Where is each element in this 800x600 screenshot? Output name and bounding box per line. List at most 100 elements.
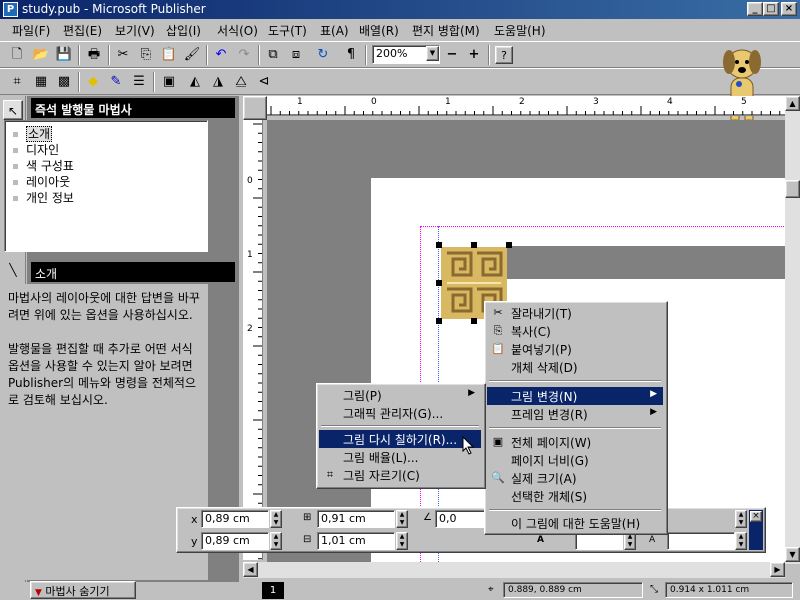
menu-whole-page[interactable]: ▣ 전체 페이지(W) — [487, 433, 663, 451]
rotation-field[interactable]: 0,0 — [435, 510, 489, 528]
menu-edit[interactable]: 편집(E) — [63, 22, 102, 39]
wizard-item-intro[interactable]: 소개 — [13, 125, 53, 142]
menu-mail-merge[interactable]: 편지 병합(M) — [412, 22, 480, 39]
pointer-tool-icon[interactable]: ↖ — [3, 100, 23, 120]
hruler-number: 0 — [371, 97, 377, 107]
paste-icon[interactable]: 📋 — [160, 46, 178, 64]
redo-icon[interactable]: ↷ — [235, 46, 253, 64]
x-spinner[interactable]: ▲ ▼ — [270, 510, 282, 528]
menu-page-width[interactable]: 페이지 너비(G) — [487, 451, 663, 469]
publisher-icon[interactable]: P — [3, 2, 18, 17]
menu-picture-help[interactable]: 이 그림에 대한 도움말(H) — [487, 514, 663, 532]
gray-rectangle-shape[interactable] — [507, 246, 785, 279]
submenu-recolor-picture[interactable]: 그림 다시 칠하기(R)... — [319, 430, 481, 448]
crop-icon[interactable]: ⌗ — [8, 73, 26, 91]
close-icon[interactable]: × — [750, 511, 762, 522]
text-scaling-icon: Ā — [649, 535, 656, 545]
menu-view[interactable]: 보기(V) — [115, 22, 155, 39]
copy-icon: ⎘ — [493, 324, 503, 337]
send-back-icon[interactable]: ⧈ — [287, 46, 305, 64]
shadow-icon[interactable]: ▣ — [160, 73, 178, 91]
new-icon[interactable]: 🗋 — [8, 46, 26, 64]
line-border-style-icon[interactable]: ☰ — [130, 73, 148, 91]
height-field[interactable]: 1,01 cm — [317, 532, 395, 550]
menu-change-frame[interactable]: 프레임 변경(R) ▶ — [487, 405, 663, 423]
y-position-field[interactable]: 0,89 cm — [201, 532, 269, 550]
text-scaling-spinner[interactable]: ▲ ▼ — [735, 532, 747, 550]
scroll-up-icon[interactable]: ▲ — [785, 96, 800, 111]
rotate-right-icon[interactable]: ◮ — [209, 73, 227, 91]
menu-table[interactable]: 표(A) — [320, 22, 349, 39]
wrap-text-picture-icon[interactable]: ▩ — [55, 73, 73, 91]
menu-change-picture[interactable]: 그림 변경(N) ▶ — [487, 387, 663, 405]
zoom-in-icon[interactable]: + — [465, 46, 483, 64]
save-icon[interactable]: 💾 — [55, 46, 73, 64]
submenu-crop-picture[interactable]: ⌗ 그림 자르기(C) — [319, 466, 481, 484]
menu-actual-size[interactable]: 🔍 실제 크기(A) — [487, 469, 663, 487]
submenu-scale-picture[interactable]: 그림 배율(L)... — [319, 448, 481, 466]
menu-delete-object[interactable]: 개체 삭제(D) — [487, 358, 663, 376]
format-painter-icon[interactable]: 🖌 — [183, 46, 201, 64]
undo-icon[interactable]: ↶ — [212, 46, 230, 64]
hide-wizard-button[interactable]: ▼ 마법사 숨기기 — [30, 581, 136, 599]
menu-tools[interactable]: 도구(T) — [268, 22, 307, 39]
menu-copy[interactable]: ⎘ 복사(C) — [487, 322, 663, 340]
zoom-out-icon[interactable]: − — [443, 46, 461, 64]
size-icon: ⤡ — [650, 584, 658, 595]
flip-vertical-icon[interactable]: ⊲ — [255, 73, 273, 91]
menu-file[interactable]: 파일(F) — [12, 22, 50, 39]
fill-color-icon[interactable]: ◆ — [84, 73, 102, 91]
scroll-down-icon[interactable]: ▼ — [785, 547, 800, 562]
menu-paste[interactable]: 📋 붙여넣기(P) — [487, 340, 663, 358]
wizard-item-personal-info[interactable]: 개인 정보 — [13, 189, 74, 206]
copy-icon[interactable]: ⎘ — [137, 46, 155, 64]
wizard-item-layout[interactable]: 레이아웃 — [13, 173, 70, 190]
custom-rotate-icon[interactable]: ↻ — [314, 46, 332, 64]
y-spinner[interactable]: ▲ ▼ — [270, 532, 282, 550]
maximize-button[interactable]: □ — [763, 2, 779, 16]
vruler-number: 2 — [247, 324, 253, 334]
wizard-item-design[interactable]: 디자인 — [13, 141, 59, 158]
wizard-desc-header: 소개 — [31, 262, 235, 282]
flip-horizontal-icon[interactable]: ⧋ — [232, 73, 250, 91]
width-spinner[interactable]: ▲ ▼ — [396, 510, 408, 528]
special-characters-icon[interactable]: ¶ — [342, 46, 360, 64]
height-spinner[interactable]: ▲ ▼ — [396, 532, 408, 550]
menu-selected-objects[interactable]: 선택한 개체(S) — [487, 487, 663, 505]
menu-cut[interactable]: ✂ 잘라내기(T) — [487, 304, 663, 322]
line-color-icon[interactable]: ✎ — [107, 73, 125, 91]
menu-help[interactable]: 도움말(H) — [494, 22, 546, 39]
line-spacing-spinner[interactable]: ▲ ▼ — [735, 510, 747, 528]
help-icon[interactable]: ? — [495, 46, 513, 64]
open-icon[interactable]: 📂 — [32, 46, 50, 64]
scroll-left-icon[interactable]: ◀ — [243, 562, 258, 577]
text-scaling-field[interactable] — [667, 532, 735, 550]
wizard-item-color-scheme[interactable]: 색 구성표 — [13, 157, 74, 174]
width-field[interactable]: 0,91 cm — [317, 510, 395, 528]
minimize-button[interactable]: _ — [747, 2, 763, 16]
wrap-text-icon[interactable]: ▦ — [32, 73, 50, 91]
rotate-left-icon[interactable]: ◭ — [186, 73, 204, 91]
vertical-ruler[interactable]: 0 1 2 — [243, 120, 263, 560]
zoom-select[interactable]: 200% ▼ — [372, 45, 440, 64]
page-navigator[interactable]: 1 — [262, 582, 284, 599]
scroll-thumb[interactable] — [785, 180, 800, 198]
print-icon[interactable]: 🖶 — [85, 46, 103, 64]
menu-format[interactable]: 서식(O) — [217, 22, 258, 39]
horizontal-ruler[interactable]: 1 0 1 2 3 4 5 — [267, 96, 787, 116]
menu-insert[interactable]: 삽입(I) — [166, 22, 201, 39]
line-tool-icon[interactable]: ╲ — [3, 260, 23, 280]
vertical-scrollbar[interactable]: ▲ ▼ — [785, 96, 800, 564]
x-position-field[interactable]: 0,89 cm — [201, 510, 269, 528]
chevron-down-icon[interactable]: ▼ — [426, 46, 439, 61]
ruler-corner[interactable] — [243, 96, 267, 120]
submenu-picture[interactable]: 그림(P) ▶ — [319, 386, 481, 404]
horizontal-scrollbar[interactable]: ◀ ▶ — [243, 562, 785, 578]
close-button[interactable]: × — [781, 2, 797, 16]
cut-icon[interactable]: ✂ — [114, 46, 132, 64]
measurements-titlebar[interactable]: × — [749, 510, 763, 550]
menu-arrange[interactable]: 배열(R) — [359, 22, 399, 39]
scroll-right-icon[interactable]: ▶ — [770, 562, 785, 577]
submenu-graphics-manager[interactable]: 그래픽 관리자(G)... — [319, 404, 481, 422]
bring-front-icon[interactable]: ⧉ — [264, 46, 282, 64]
